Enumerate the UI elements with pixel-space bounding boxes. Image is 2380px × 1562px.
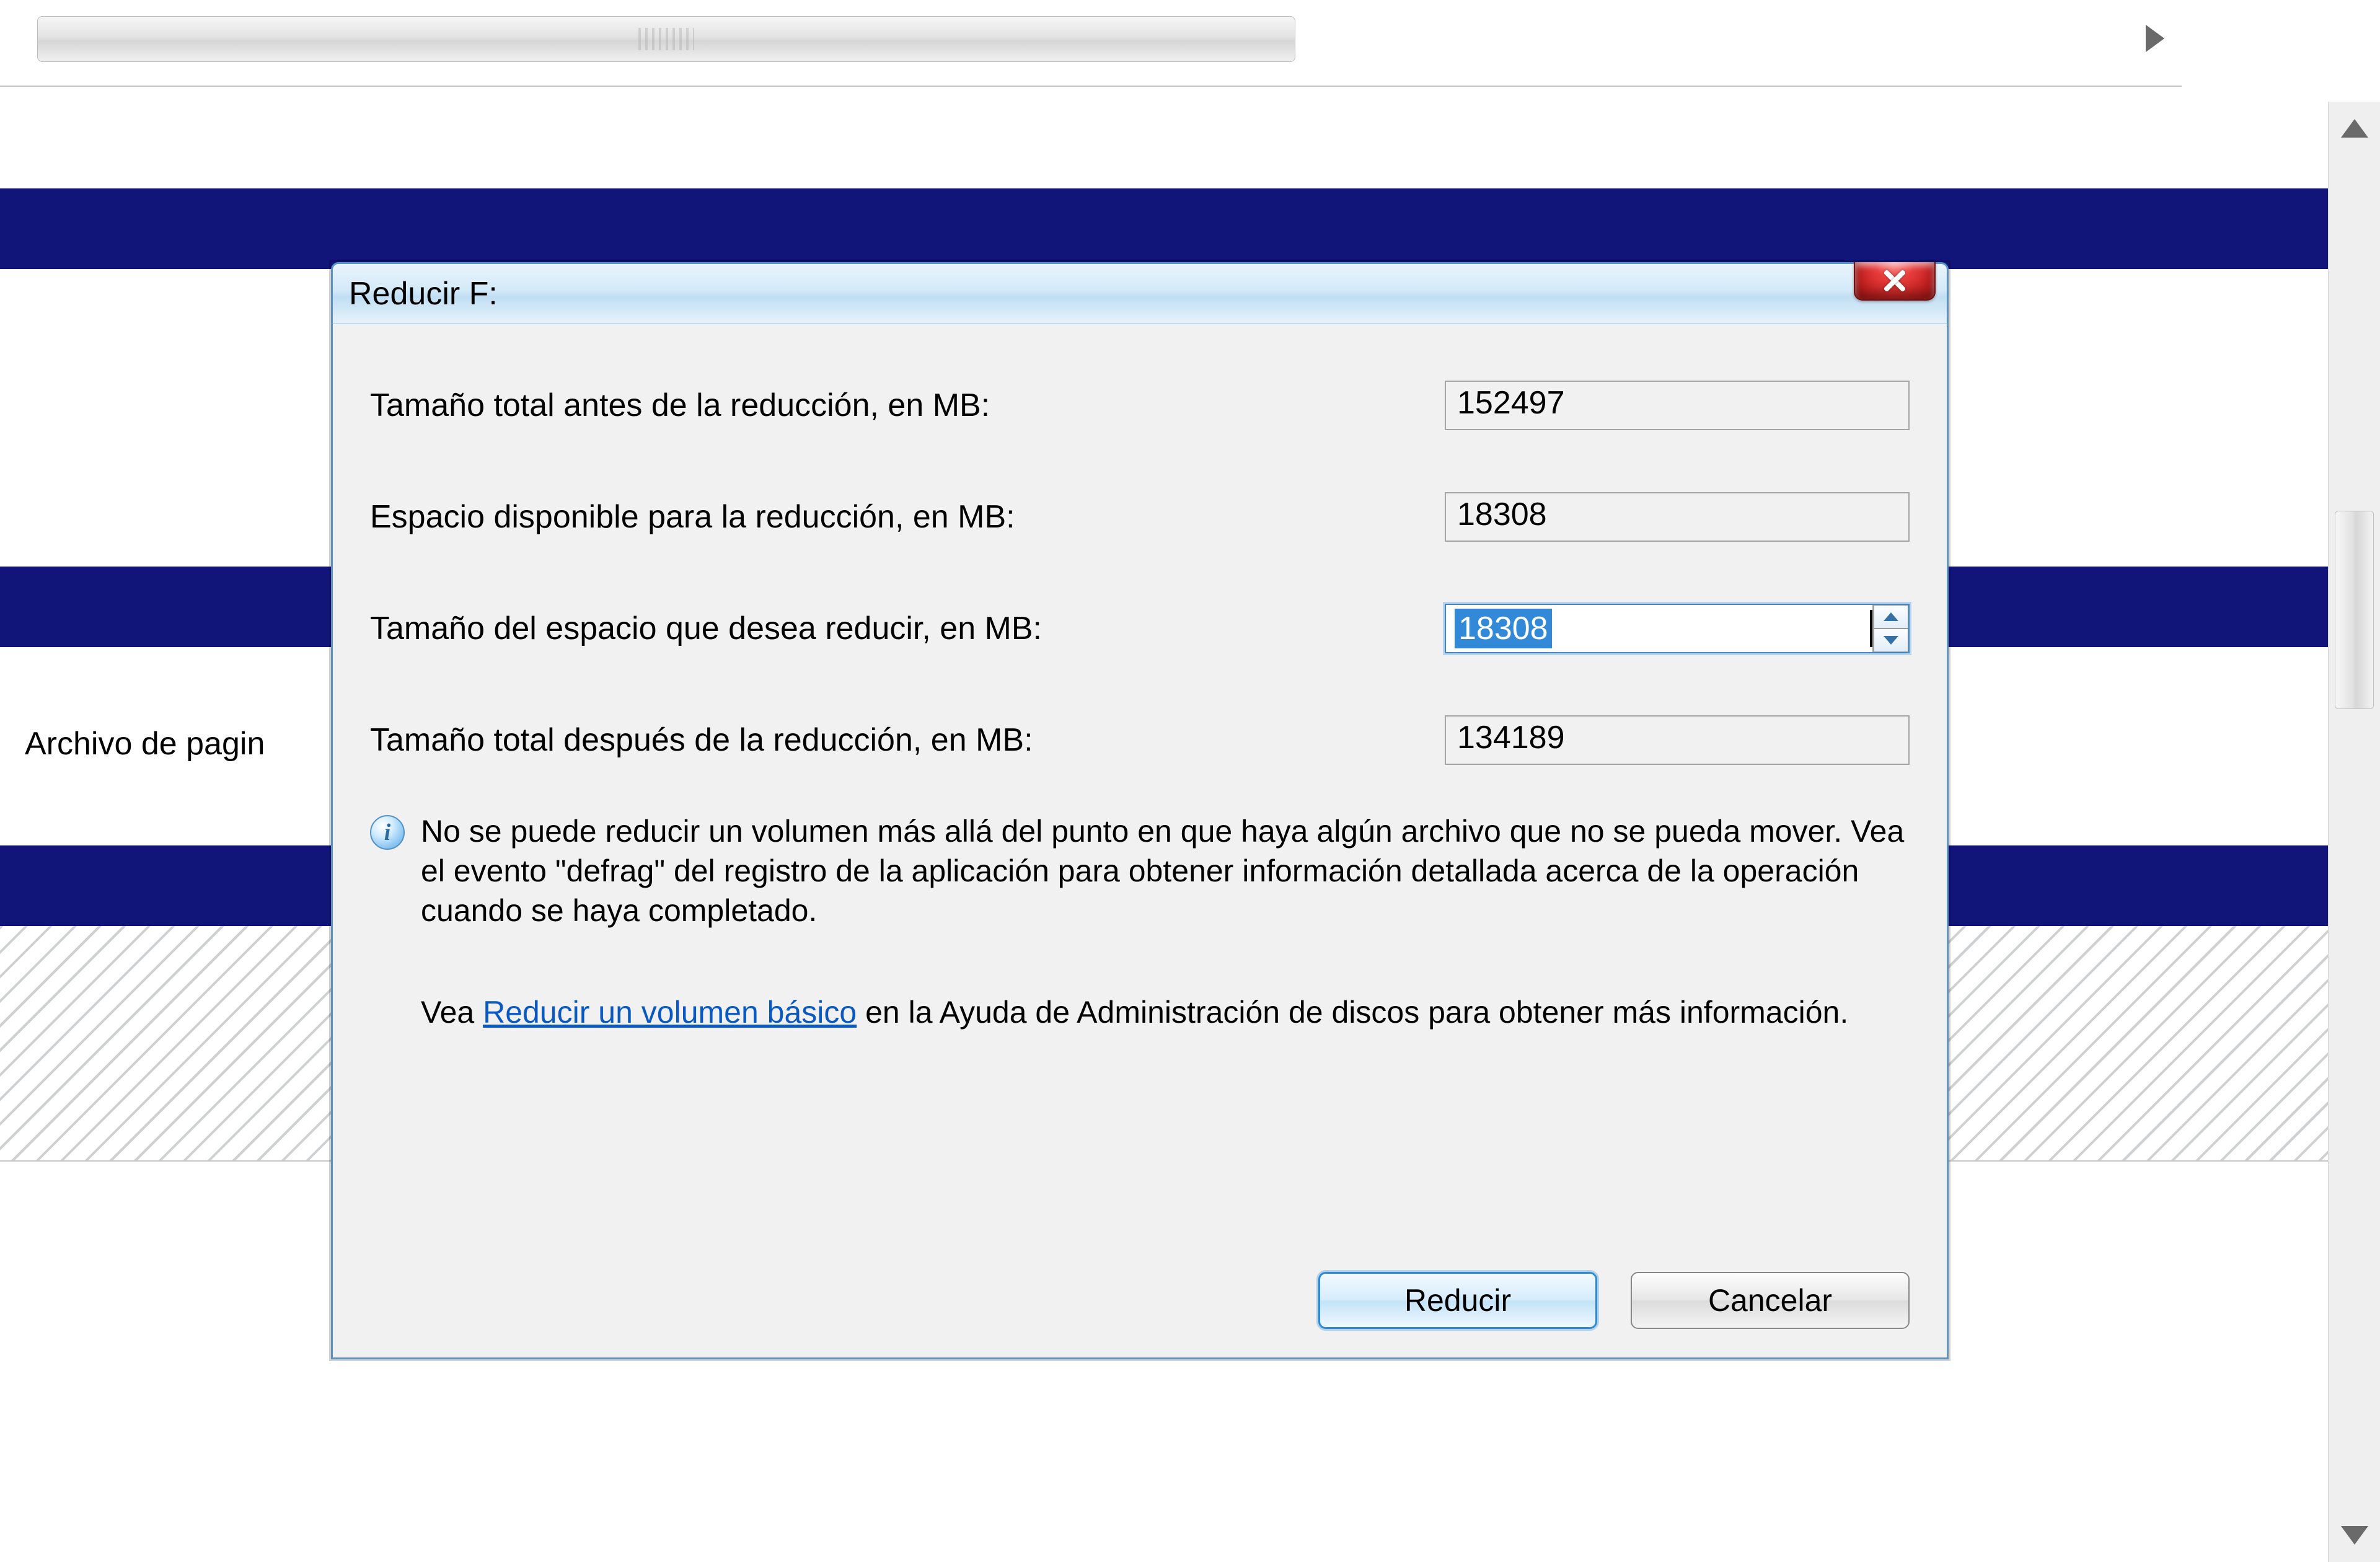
- info-block: i No se puede reducir un volumen más all…: [370, 811, 1910, 930]
- partition-label: Archivo de pagin: [25, 725, 265, 762]
- scroll-down-icon[interactable]: [2341, 1526, 2368, 1545]
- dialog-title: Reducir F:: [349, 275, 498, 312]
- help-suffix: en la Ayuda de Administración de discos …: [857, 995, 1848, 1030]
- shrink-amount-input[interactable]: 18308: [1445, 604, 1910, 653]
- close-button[interactable]: [1854, 262, 1936, 301]
- row-total-after: Tamaño total después de la reducción, en…: [370, 700, 1910, 780]
- row-total-before: Tamaño total antes de la reducción, en M…: [370, 365, 1910, 446]
- spin-buttons: [1872, 605, 1908, 652]
- row-shrink-amount: Tamaño del espacio que desea reducir, en…: [370, 588, 1910, 669]
- horizontal-scrollbar[interactable]: [0, 0, 2182, 87]
- spin-down-button[interactable]: [1874, 629, 1908, 652]
- row-available: Espacio disponible para la reducción, en…: [370, 477, 1910, 557]
- scrollbar-thumb[interactable]: [37, 16, 1295, 62]
- value-total-before: 152497: [1445, 381, 1910, 430]
- chevron-down-icon: [1884, 636, 1898, 645]
- dialog-buttons: Reducir Cancelar: [1318, 1272, 1910, 1329]
- scrollbar-thumb[interactable]: [2335, 511, 2374, 709]
- label-shrink-amount: Tamaño del espacio que desea reducir, en…: [370, 610, 1362, 647]
- label-total-after: Tamaño total después de la reducción, en…: [370, 721, 1362, 759]
- scroll-right-icon[interactable]: [2146, 25, 2164, 52]
- label-available: Espacio disponible para la reducción, en…: [370, 498, 1362, 536]
- value-available: 18308: [1445, 492, 1910, 542]
- help-link[interactable]: Reducir un volumen básico: [483, 995, 857, 1030]
- help-text: Vea Reducir un volumen básico en la Ayud…: [421, 992, 1910, 1033]
- partition-stripe: [0, 188, 2328, 269]
- value-total-after: 134189: [1445, 715, 1910, 765]
- reduce-button[interactable]: Reducir: [1318, 1272, 1597, 1329]
- shrink-dialog: Reducir F: Tamaño total antes de la redu…: [331, 262, 1949, 1359]
- vertical-scrollbar[interactable]: [2328, 102, 2380, 1562]
- dialog-titlebar[interactable]: Reducir F:: [331, 262, 1949, 324]
- info-icon: i: [370, 815, 405, 850]
- help-prefix: Vea: [421, 995, 483, 1030]
- info-text: No se puede reducir un volumen más allá …: [421, 811, 1910, 930]
- close-icon: [1884, 270, 1906, 292]
- scroll-up-icon[interactable]: [2341, 119, 2368, 138]
- shrink-amount-value: 18308: [1455, 609, 1552, 648]
- cancel-button[interactable]: Cancelar: [1631, 1272, 1910, 1329]
- chevron-up-icon: [1884, 612, 1898, 621]
- dialog-client: Tamaño total antes de la reducción, en M…: [331, 324, 1949, 1359]
- label-total-before: Tamaño total antes de la reducción, en M…: [370, 387, 1362, 424]
- spin-up-button[interactable]: [1874, 605, 1908, 629]
